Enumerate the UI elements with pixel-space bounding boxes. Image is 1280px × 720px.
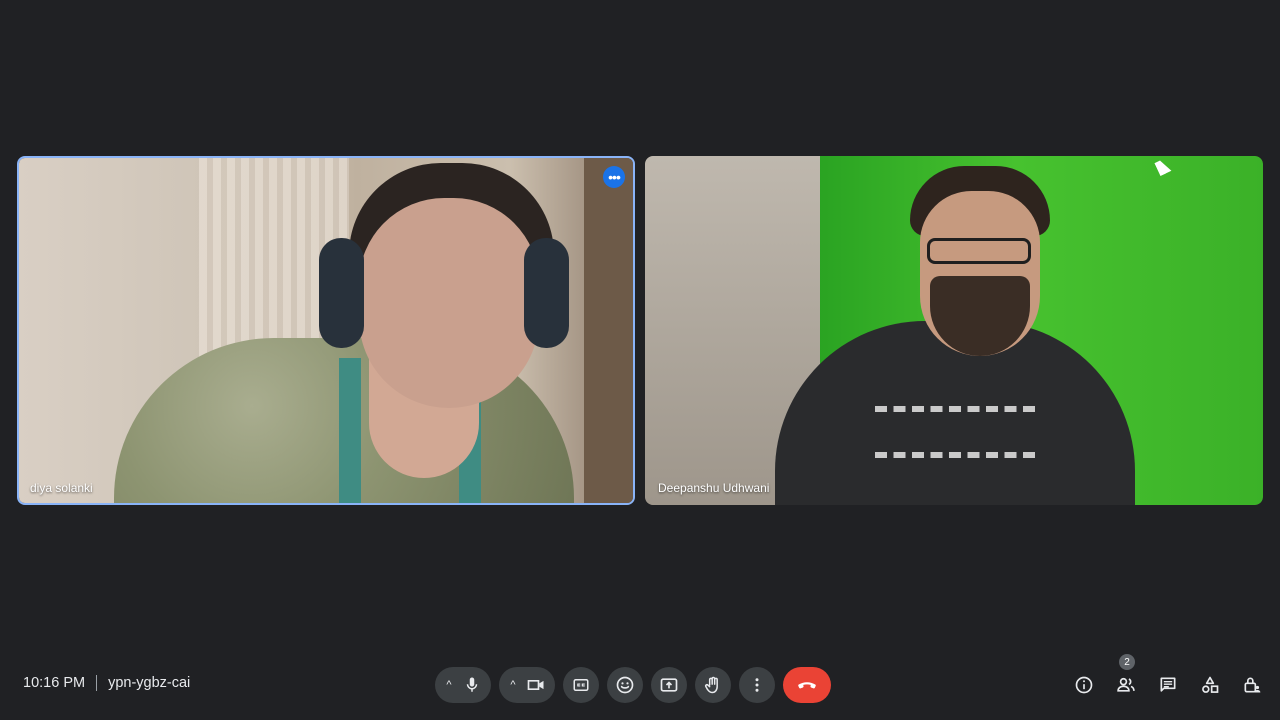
- divider: [96, 675, 98, 691]
- meeting-code[interactable]: ypn-ygbz-cai: [108, 675, 190, 691]
- video-feed: [19, 158, 633, 503]
- meeting-time: 10:16 PM: [23, 675, 86, 691]
- present-button[interactable]: [651, 667, 687, 703]
- glasses: [927, 238, 1031, 264]
- participant-options-button[interactable]: •••: [603, 166, 625, 188]
- hand-icon: [704, 676, 718, 694]
- shapes-icon: [1202, 676, 1219, 693]
- reactions-button[interactable]: [607, 667, 643, 703]
- call-controls: ^ ^: [435, 667, 831, 703]
- people-button[interactable]: 2: [1108, 654, 1144, 700]
- meeting-info: 10:16 PM ypn-ygbz-cai: [23, 675, 190, 691]
- present-screen-icon: [660, 678, 678, 692]
- participant-name: diya solanki: [30, 481, 93, 495]
- people-icon: [1117, 677, 1135, 692]
- more-vert-icon: [755, 678, 759, 692]
- shirt-logo: [875, 406, 1035, 458]
- people-count-badge: 2: [1119, 654, 1135, 670]
- activities-button[interactable]: [1192, 670, 1228, 700]
- leave-call-button[interactable]: [783, 667, 831, 703]
- participant-tile-diya[interactable]: ••• diya solanki: [17, 156, 635, 505]
- video-camera-icon: [527, 680, 544, 690]
- captions-icon: [573, 679, 589, 691]
- emoji-icon: [616, 676, 634, 694]
- chat-button[interactable]: [1150, 670, 1186, 700]
- more-options-button[interactable]: [739, 667, 775, 703]
- camera-button[interactable]: [521, 670, 551, 700]
- mic-control-group: ^: [435, 667, 491, 703]
- info-icon: [1075, 676, 1093, 694]
- lock-person-icon: [1244, 677, 1261, 693]
- raise-hand-button[interactable]: [695, 667, 731, 703]
- participant-name: Deepanshu Udhwani: [658, 481, 770, 495]
- chat-icon: [1160, 677, 1176, 692]
- host-controls-button[interactable]: [1234, 670, 1270, 700]
- video-feed: [645, 156, 1263, 505]
- camera-control-group: ^: [499, 667, 555, 703]
- headphones: [319, 238, 364, 348]
- audio-settings-caret[interactable]: ^: [441, 679, 457, 691]
- bottom-toolbar: 10:16 PM ypn-ygbz-cai ^ ^ 2: [0, 654, 1280, 710]
- phone-hangup-icon: [798, 682, 816, 689]
- captions-button[interactable]: [563, 667, 599, 703]
- side-panel-controls: 2: [1066, 654, 1270, 700]
- participant-tile-deepanshu[interactable]: Deepanshu Udhwani: [645, 156, 1263, 505]
- mic-button[interactable]: [457, 670, 487, 700]
- meeting-details-button[interactable]: [1066, 670, 1102, 700]
- microphone-icon: [466, 677, 478, 692]
- video-settings-caret[interactable]: ^: [505, 679, 521, 691]
